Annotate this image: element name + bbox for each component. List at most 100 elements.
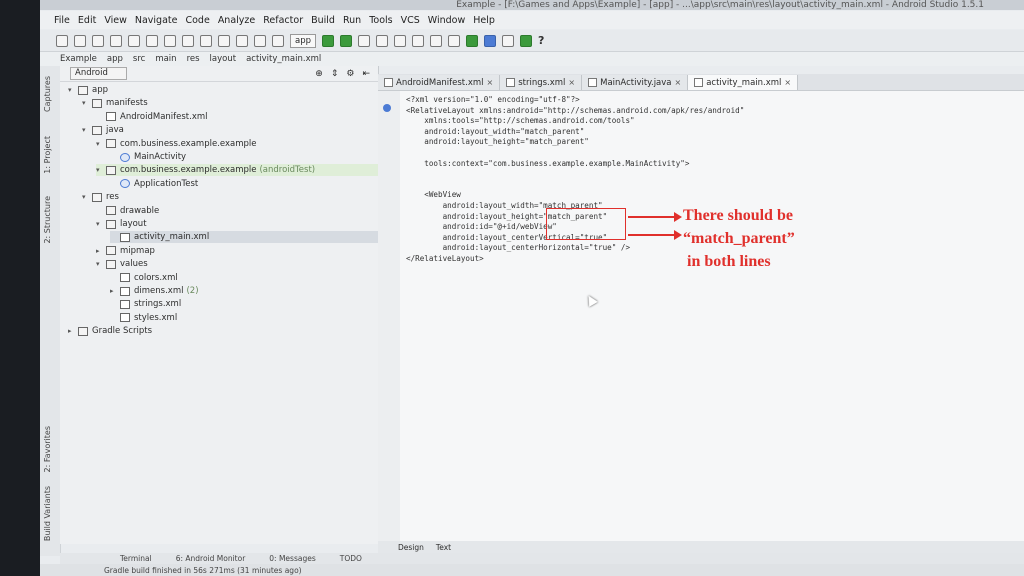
expand-toggle-icon[interactable]: ▸ xyxy=(96,247,104,255)
tree-item[interactable]: ▸ mipmap xyxy=(96,245,378,257)
menu-vcs[interactable]: VCS xyxy=(401,15,420,26)
tree-item[interactable]: ▸ Gradle Scripts xyxy=(68,325,378,337)
avd-manager-icon[interactable] xyxy=(466,34,478,47)
help-icon[interactable]: ? xyxy=(538,34,544,47)
tab-design[interactable]: Design xyxy=(398,543,424,552)
expand-toggle-icon[interactable]: ▾ xyxy=(96,140,104,148)
tree-item[interactable]: ▾ java xyxy=(82,124,378,136)
expand-toggle-icon[interactable]: ▸ xyxy=(68,327,76,335)
code-line[interactable] xyxy=(406,148,744,159)
menu-file[interactable]: File xyxy=(54,15,70,26)
tree-item[interactable]: ApplicationTest xyxy=(110,178,378,190)
tree-item[interactable]: strings.xml xyxy=(110,298,378,310)
tree-item[interactable]: drawable xyxy=(96,205,378,217)
make-icon[interactable] xyxy=(272,34,284,47)
coverage-icon[interactable] xyxy=(376,34,388,47)
replace-icon[interactable] xyxy=(218,34,230,47)
tree-item[interactable]: ▾ manifests xyxy=(82,97,378,109)
tree-item[interactable]: AndroidManifest.xml xyxy=(96,111,378,123)
tree-item[interactable]: ▾ res xyxy=(82,191,378,203)
menu-tools[interactable]: Tools xyxy=(369,15,392,26)
tab-project[interactable]: 1: Project xyxy=(43,136,52,174)
find-icon[interactable] xyxy=(200,34,212,47)
tree-item[interactable]: ▾ com.business.example.example (androidTes… xyxy=(96,164,378,177)
code-line[interactable] xyxy=(406,169,744,180)
code-line[interactable] xyxy=(406,180,744,191)
editor-tab[interactable]: AndroidManifest.xml × xyxy=(378,75,501,90)
class-marker-icon[interactable] xyxy=(383,104,391,112)
run-icon[interactable] xyxy=(322,34,334,47)
breadcrumb-item[interactable]: Example xyxy=(60,54,97,64)
undo-icon[interactable] xyxy=(110,34,122,47)
project-view-select[interactable]: Android xyxy=(70,67,127,80)
code-line[interactable]: android:layout_height="match_parent" xyxy=(406,137,744,148)
tab-captures[interactable]: Captures xyxy=(43,76,52,112)
settings-icon[interactable] xyxy=(430,34,442,47)
menu-refactor[interactable]: Refactor xyxy=(263,15,303,26)
tool-todo[interactable]: TODO xyxy=(340,554,362,563)
menu-edit[interactable]: Edit xyxy=(78,15,96,26)
close-icon[interactable]: × xyxy=(675,78,682,87)
tree-item[interactable]: ▸ dimens.xml (2) xyxy=(110,285,378,297)
cut-icon[interactable] xyxy=(146,34,158,47)
breadcrumb-item[interactable]: activity_main.xml xyxy=(246,54,321,64)
tab-build-variants[interactable]: Build Variants xyxy=(43,486,52,541)
code-line[interactable]: <RelativeLayout xmlns:android="http://sc… xyxy=(406,106,744,117)
collapse-icon[interactable]: ⇕ xyxy=(331,69,339,79)
expand-toggle-icon[interactable]: ▾ xyxy=(68,86,76,94)
tree-item[interactable]: styles.xml xyxy=(110,312,378,324)
breadcrumb-item[interactable]: res xyxy=(187,54,200,64)
expand-toggle-icon[interactable]: ▾ xyxy=(96,220,104,228)
menu-help[interactable]: Help xyxy=(473,15,495,26)
structure-icon[interactable] xyxy=(412,34,424,47)
paste-icon[interactable] xyxy=(182,34,194,47)
close-icon[interactable]: × xyxy=(487,78,494,87)
stop-icon[interactable] xyxy=(394,34,406,47)
expand-toggle-icon[interactable]: ▾ xyxy=(82,126,90,134)
menu-analyze[interactable]: Analyze xyxy=(218,15,255,26)
tool-terminal[interactable]: Terminal xyxy=(120,554,152,563)
tree-item[interactable]: activity_main.xml xyxy=(110,231,378,244)
sdk-manager-icon[interactable] xyxy=(448,34,460,47)
tree-item[interactable]: ▾ com.business.example.example xyxy=(96,138,378,150)
menu-view[interactable]: View xyxy=(104,15,127,26)
expand-toggle-icon[interactable]: ▾ xyxy=(82,99,90,107)
expand-toggle-icon[interactable]: ▾ xyxy=(96,260,104,268)
tree-item[interactable]: MainActivity xyxy=(110,151,378,163)
forward-icon[interactable] xyxy=(254,34,266,47)
breadcrumb-item[interactable]: src xyxy=(133,54,145,64)
close-icon[interactable]: × xyxy=(784,78,791,87)
run-config-select[interactable]: app xyxy=(290,33,316,48)
breadcrumb-item[interactable]: main xyxy=(155,54,176,64)
device-monitor-icon[interactable] xyxy=(502,34,514,47)
code-line[interactable]: xmlns:tools="http://schemas.android.com/… xyxy=(406,116,744,127)
tool-messages[interactable]: 0: Messages xyxy=(269,554,315,563)
redo-icon[interactable] xyxy=(128,34,140,47)
tab-text[interactable]: Text xyxy=(436,543,451,552)
code-line[interactable]: <WebView xyxy=(406,190,744,201)
code-line[interactable]: android:layout_width="match_parent" xyxy=(406,127,744,138)
android-icon[interactable] xyxy=(520,34,532,47)
sync-scroll-icon[interactable]: ⊕ xyxy=(315,69,323,79)
tree-item[interactable]: ▾ layout xyxy=(96,218,378,230)
settings-icon[interactable]: ⚙ xyxy=(346,69,354,79)
expand-toggle-icon[interactable]: ▸ xyxy=(110,287,118,295)
menu-window[interactable]: Window xyxy=(428,15,465,26)
copy-icon[interactable] xyxy=(164,34,176,47)
debug-icon[interactable] xyxy=(340,34,352,47)
save-icon[interactable] xyxy=(74,34,86,47)
tool-android-monitor[interactable]: 6: Android Monitor xyxy=(176,554,246,563)
attach-debugger-icon[interactable] xyxy=(358,34,370,47)
code-editor[interactable]: <?xml version="1.0" encoding="utf-8"?> <R… xyxy=(378,91,1024,541)
tree-item[interactable]: ▾ app xyxy=(68,84,378,96)
breadcrumb-item[interactable]: layout xyxy=(210,54,237,64)
sync-gradle-icon[interactable] xyxy=(484,34,496,47)
code-line[interactable]: <?xml version="1.0" encoding="utf-8"?> xyxy=(406,95,744,106)
expand-toggle-icon[interactable]: ▾ xyxy=(82,193,90,201)
tab-favorites[interactable]: 2: Favorites xyxy=(43,426,52,472)
hide-icon[interactable]: ⇤ xyxy=(362,69,370,79)
back-icon[interactable] xyxy=(236,34,248,47)
tab-structure[interactable]: 2: Structure xyxy=(43,196,52,244)
editor-tab[interactable]: MainActivity.java × xyxy=(582,75,689,90)
menu-code[interactable]: Code xyxy=(185,15,209,26)
